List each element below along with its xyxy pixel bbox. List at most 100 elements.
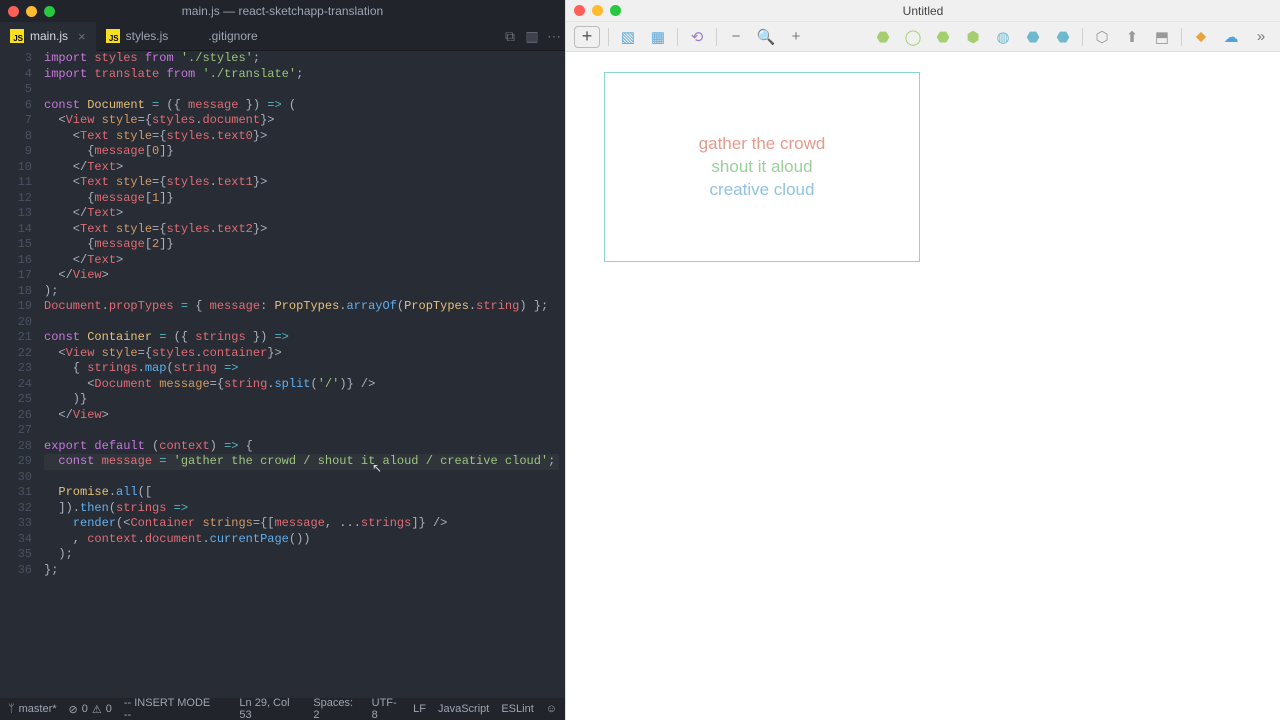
sketch-titlebar[interactable]: Untitled (566, 0, 1280, 22)
code-line[interactable] (44, 315, 565, 331)
code-line[interactable] (44, 470, 565, 486)
more-icon[interactable]: » (1250, 26, 1272, 48)
insert-icon[interactable]: + (574, 26, 600, 48)
sketch-canvas[interactable]: gather the crowd shout it aloud creative… (566, 52, 1280, 720)
code-line[interactable]: import translate from './translate'; (44, 67, 565, 83)
tool-icon[interactable]: ▧ (617, 26, 639, 48)
code-line[interactable]: const Document = ({ message }) => ( (44, 98, 565, 114)
code-line[interactable]: )} (44, 392, 565, 408)
code-line[interactable]: }; (44, 563, 565, 579)
code-line[interactable]: <Document message={string.split('/')} /> (44, 377, 565, 393)
cloud-icon[interactable]: ☁ (1220, 26, 1242, 48)
line-number: 36 (0, 563, 32, 579)
close-tab-icon[interactable]: × (78, 29, 86, 44)
line-number: 12 (0, 191, 32, 207)
line-number: 6 (0, 98, 32, 114)
line-number: 27 (0, 423, 32, 439)
code-line[interactable]: ]).then(strings => (44, 501, 565, 517)
text-line-2[interactable]: creative cloud (710, 180, 815, 200)
language-status[interactable]: JavaScript (438, 703, 489, 715)
line-number: 25 (0, 392, 32, 408)
code-line[interactable]: </View> (44, 408, 565, 424)
code-line[interactable]: ); (44, 547, 565, 563)
line-number: 29 (0, 454, 32, 470)
line-number: 3 (0, 51, 32, 67)
code-line[interactable] (44, 423, 565, 439)
separator (1181, 28, 1182, 46)
line-number: 17 (0, 268, 32, 284)
split-editor-icon[interactable]: ▥ (521, 25, 543, 47)
tab-label: .gitignore (208, 29, 257, 43)
code-line[interactable]: </Text> (44, 160, 565, 176)
tool-icon[interactable]: ▦ (647, 26, 669, 48)
line-number: 35 (0, 547, 32, 563)
shape-icon[interactable]: ◍ (992, 26, 1014, 48)
separator (1082, 28, 1083, 46)
code-line[interactable]: </Text> (44, 206, 565, 222)
encoding-status[interactable]: UTF-8 (372, 697, 402, 721)
code-line[interactable]: { strings.map(string => (44, 361, 565, 377)
code-line[interactable]: {message[2]} (44, 237, 565, 253)
code-line[interactable] (44, 82, 565, 98)
tool-icon[interactable]: ⬆ (1121, 26, 1143, 48)
shape-icon[interactable]: ⬣ (1022, 26, 1044, 48)
code-line[interactable]: </Text> (44, 253, 565, 269)
eol-status[interactable]: LF (413, 703, 426, 715)
line-number: 5 (0, 82, 32, 98)
code-line[interactable]: <Text style={styles.text0}> (44, 129, 565, 145)
indentation-status[interactable]: Spaces: 2 (313, 697, 359, 721)
code-line[interactable]: <View style={styles.document}> (44, 113, 565, 129)
shape-icon[interactable]: ⬣ (872, 26, 894, 48)
code-line[interactable]: render(<Container strings={[message, ...… (44, 516, 565, 532)
code-line[interactable]: , context.document.currentPage()) (44, 532, 565, 548)
code-editor[interactable]: 3456789101112131415161718192021222324252… (0, 51, 565, 698)
code-line[interactable]: <Text style={styles.text1}> (44, 175, 565, 191)
shape-icon[interactable]: ◯ (902, 26, 924, 48)
line-number: 24 (0, 377, 32, 393)
tab-label: main.js (30, 29, 68, 43)
problems-status[interactable]: ⊘ 0 ⚠ 0 (69, 703, 112, 716)
linter-status[interactable]: ESLint (501, 703, 533, 715)
shape-icon[interactable]: ⬣ (1052, 26, 1074, 48)
branch-status[interactable]: ᛘ master* (8, 703, 57, 715)
code-line[interactable]: {message[0]} (44, 144, 565, 160)
code-line[interactable]: Promise.all([ (44, 485, 565, 501)
code-line[interactable]: <View style={styles.container}> (44, 346, 565, 362)
tab-styles-js[interactable]: JSstyles.js (96, 22, 179, 51)
code-content[interactable]: import styles from './styles';import tra… (44, 51, 565, 698)
code-line[interactable]: import styles from './styles'; (44, 51, 565, 67)
document-artboard[interactable]: gather the crowd shout it aloud creative… (604, 72, 920, 262)
code-line[interactable]: {message[1]} (44, 191, 565, 207)
js-file-icon: JS (106, 29, 120, 43)
text-line-1[interactable]: shout it aloud (711, 157, 812, 177)
tab-main-js[interactable]: JSmain.js× (0, 22, 96, 51)
tool-icon[interactable]: ⬡ (1091, 26, 1113, 48)
code-line[interactable]: export default (context) => { (44, 439, 565, 455)
zoom-in-icon[interactable]: + (785, 26, 807, 48)
more-actions-icon[interactable]: ⋯ (543, 25, 565, 47)
feedback-icon[interactable]: ☺ (546, 703, 557, 715)
code-line[interactable]: <Text style={styles.text2}> (44, 222, 565, 238)
tab--gitignore[interactable]: .gitignore (178, 22, 267, 51)
vscode-titlebar[interactable]: main.js — react-sketchapp-translation (0, 0, 565, 22)
shape-icon[interactable]: ⬣ (932, 26, 954, 48)
line-number: 9 (0, 144, 32, 160)
symbol-icon[interactable]: ⟲ (686, 26, 708, 48)
text-line-0[interactable]: gather the crowd (699, 134, 826, 154)
cursor-position[interactable]: Ln 29, Col 53 (239, 697, 301, 721)
code-line[interactable]: const Container = ({ strings }) => (44, 330, 565, 346)
code-line[interactable]: </View> (44, 268, 565, 284)
zoom-out-icon[interactable]: − (725, 26, 747, 48)
sketch-window: Untitled + ▧ ▦ ⟲ − 🔍 + ⬣ ◯ ⬣ ⬢ ◍ ⬣ ⬣ ⬡ ⬆… (565, 0, 1280, 720)
line-number: 7 (0, 113, 32, 129)
tool-icon[interactable]: ⬒ (1151, 26, 1173, 48)
window-title: Untitled (566, 4, 1280, 18)
editor-action-icon[interactable]: ⧉ (499, 25, 521, 47)
mirror-icon[interactable]: ⬥ (1190, 26, 1212, 48)
shape-icon[interactable]: ⬢ (962, 26, 984, 48)
zoom-icon[interactable]: 🔍 (755, 26, 777, 48)
vscode-window: main.js — react-sketchapp-translation JS… (0, 0, 565, 720)
code-line[interactable]: Document.propTypes = { message: PropType… (44, 299, 565, 315)
line-number: 4 (0, 67, 32, 83)
code-line[interactable]: ); (44, 284, 565, 300)
